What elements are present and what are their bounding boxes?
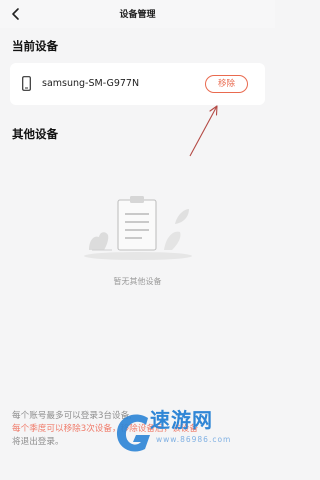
page-title: 设备管理 [119, 10, 156, 20]
device-name: samsung-SM-G977N [42, 78, 140, 89]
watermark-site: www.86986.com [156, 435, 232, 444]
watermark-brand: 速游网 [150, 408, 213, 432]
empty-clipboard-icon [84, 196, 192, 260]
other-devices-heading: 其他设备 [12, 127, 58, 141]
current-device-card: samsung-SM-G977N 移除 [10, 63, 265, 105]
phone-icon [22, 76, 31, 91]
empty-state-text: 暂无其他设备 [113, 277, 162, 286]
remove-device-button[interactable]: 移除 [205, 75, 248, 93]
top-bar: 设备管理 [0, 0, 275, 28]
current-devices-heading: 当前设备 [12, 39, 58, 53]
